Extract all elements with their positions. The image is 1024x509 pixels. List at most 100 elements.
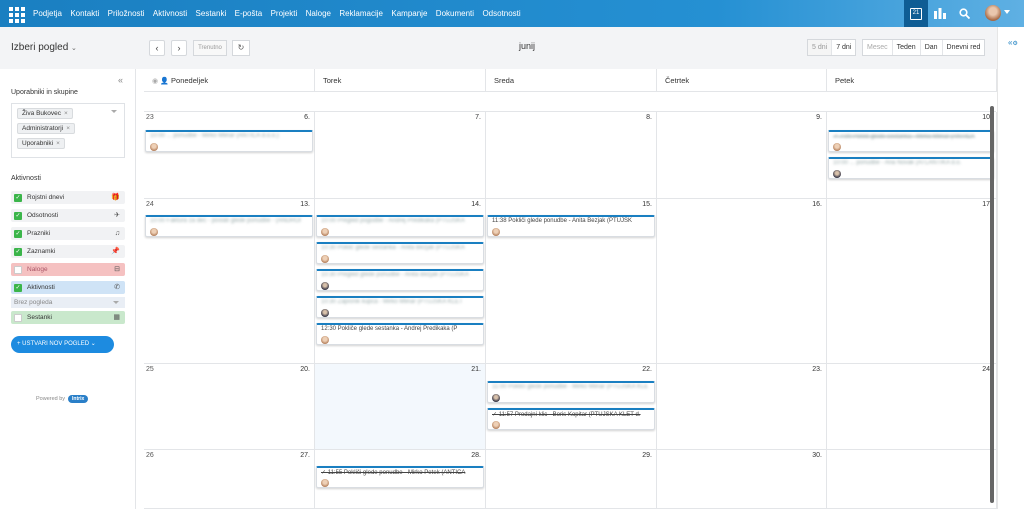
calendar-event[interactable]: ✓ 7:00 Poklič glede sestanka - Mirko Mli… <box>828 130 994 152</box>
chevron-down-icon[interactable] <box>1004 10 1010 14</box>
calendar-event[interactable]: ✓ 11:55 Pokliči glede ponudbe - Mirko Pe… <box>316 466 484 488</box>
day-cell[interactable]: 7. <box>315 112 486 199</box>
day-header-friday: Petek <box>827 69 997 92</box>
menu-item-projekti[interactable]: Projekti <box>271 9 298 18</box>
mode-day[interactable]: Dan <box>921 40 943 55</box>
view-selector[interactable]: Izberi pogled ⌄ <box>11 42 77 53</box>
filter-naloge[interactable]: Naloge ⊟ <box>11 263 125 276</box>
day-cell[interactable]: 24. <box>827 364 997 450</box>
calendar-event[interactable]: 10:00 ... ponudbe - Mirko Mlinar (ANTICA… <box>145 130 313 152</box>
person-icon[interactable]: 👤 <box>160 78 169 85</box>
calendar-event[interactable]: 10:00 Pregled pogodbe - Andrej Predikaka… <box>316 215 484 237</box>
menu-item-sestanki[interactable]: Sestanki <box>196 9 227 18</box>
day-cell[interactable]: 23 6. <box>144 112 315 199</box>
day-cell[interactable]: 26 27. <box>144 450 315 509</box>
eye-icon[interactable]: ◉ <box>152 78 158 85</box>
previous-button[interactable]: ‹ <box>149 40 165 56</box>
chevron-down-icon: ⌄ <box>90 341 96 347</box>
activities-view-select[interactable]: Brez pogleda <box>11 297 125 308</box>
collapse-sidebar-icon[interactable]: « <box>118 75 123 85</box>
expand-panel-icon[interactable]: «⚙ <box>1008 38 1018 47</box>
menu-item-odsotnosti[interactable]: Odsotnosti <box>482 9 520 18</box>
next-button[interactable]: › <box>171 40 187 56</box>
calendar-icon[interactable]: 21 <box>904 0 928 27</box>
day-cell[interactable]: 10. <box>827 112 997 199</box>
remove-tag-icon[interactable]: × <box>66 125 70 132</box>
remove-tag-icon[interactable]: × <box>56 140 60 147</box>
day-cell[interactable]: 30. <box>657 450 827 509</box>
refresh-button[interactable]: ↻ <box>232 40 250 56</box>
filter-aktivnosti[interactable]: ✓ Aktivnosti ✆ <box>11 281 125 294</box>
calendar-event[interactable]: 10:30 Pregled glede ponudbe - Anita Bezj… <box>316 269 484 291</box>
menu-item-e-posta[interactable]: E-pošta <box>235 9 263 18</box>
filter-label: Prazniki <box>27 230 51 237</box>
filter-sestanki[interactable]: Sestanki ▦ <box>11 311 125 324</box>
calendar-grid-icon: ▦ <box>113 314 120 321</box>
calendar-event[interactable]: 12:30 Pokliče glede sestanka - Andrej Pr… <box>316 323 484 345</box>
event-title: 10:30 Zapisnik kupca - Mirko Mlinar (PTU… <box>321 299 463 305</box>
today-cell[interactable]: 21. <box>315 364 486 450</box>
day-cell[interactable]: 22. <box>486 364 657 450</box>
intrix-logo[interactable]: Intrix <box>68 395 89 403</box>
day-cell[interactable]: 16. <box>657 199 827 364</box>
right-side-panel <box>997 27 1024 509</box>
calendar-event[interactable]: 10:00 Faktura za dec - poslati glede pon… <box>145 215 313 237</box>
menu-item-reklamacije[interactable]: Reklamacije <box>339 9 383 18</box>
avatar <box>492 394 500 402</box>
filter-zaznamki[interactable]: ✓ Zaznamki 📌 <box>11 245 125 258</box>
create-new-view-button[interactable]: + USTVARI NOV POGLED ⌄ <box>11 336 114 353</box>
calendar-event[interactable]: 10:30 Zapisnik kupca - Mirko Mlinar (PTU… <box>316 296 484 318</box>
calendar-event[interactable]: 10:00 ... ponudbe - Ana Novak (ATLANTIKA… <box>828 157 994 179</box>
chevron-down-icon[interactable] <box>111 110 117 113</box>
tag-label: Administratorji <box>22 125 64 132</box>
menu-item-naloge[interactable]: Naloge <box>306 9 331 18</box>
checkbox[interactable]: ✓ <box>14 194 22 202</box>
menu-item-aktivnosti[interactable]: Aktivnosti <box>153 9 187 18</box>
day-cell[interactable]: 9. <box>657 112 827 199</box>
range-7-days[interactable]: 7 dni <box>832 40 855 55</box>
users-multiselect[interactable]: Živa Bukovec × Administratorji × Uporabnik… <box>11 103 125 158</box>
mode-week[interactable]: Teden <box>893 40 921 55</box>
day-cell[interactable]: 29. <box>486 450 657 509</box>
day-cell[interactable]: 25 20. <box>144 364 315 450</box>
tag-administratorji: Administratorji × <box>17 123 75 134</box>
checkbox[interactable]: ✓ <box>14 230 22 238</box>
day-cell[interactable]: 23. <box>657 364 827 450</box>
checkbox[interactable]: ✓ <box>14 284 22 292</box>
menu-item-priloznosti[interactable]: Priložnosti <box>108 9 145 18</box>
filter-rojstni-dnevi[interactable]: ✓ Rojstni dnevi 🎁 <box>11 191 125 204</box>
apps-grid-icon[interactable] <box>8 6 25 23</box>
day-cell[interactable] <box>827 450 997 509</box>
filter-prazniki[interactable]: ✓ Prazniki ♫ <box>11 227 125 240</box>
event-title: 10:30 Poklič glede sestanka - Anita Bezj… <box>321 245 465 251</box>
day-number: 28. <box>471 452 481 459</box>
day-cell[interactable]: 17. <box>827 199 997 364</box>
checkbox[interactable]: ✓ <box>14 212 22 220</box>
avatar <box>321 228 329 236</box>
day-cell[interactable]: 8. <box>486 112 657 199</box>
remove-tag-icon[interactable]: × <box>64 110 68 117</box>
mode-agenda[interactable]: Dnevni red <box>943 40 985 55</box>
menu-item-kontakti[interactable]: Kontakti <box>70 9 99 18</box>
search-icon[interactable] <box>954 0 974 27</box>
today-button[interactable]: Trenutno <box>193 40 227 56</box>
menu-item-dokumenti[interactable]: Dokumenti <box>436 9 474 18</box>
calendar-event[interactable]: 11:00 Pokliči glede ponudbe - Mirko Mlin… <box>487 381 655 403</box>
checkbox[interactable] <box>14 314 22 322</box>
calendar-scrollbar[interactable] <box>990 106 994 503</box>
menu-item-kampanje[interactable]: Kampanje <box>391 9 427 18</box>
user-avatar[interactable] <box>985 5 1001 21</box>
event-title: 10:30 Pregled glede ponudbe - Anita Bezj… <box>321 272 469 278</box>
menu-item-podjetja[interactable]: Podjetja <box>33 9 62 18</box>
range-5-days[interactable]: 5 dni <box>808 40 833 55</box>
event-title: ✓ 11:57 Prodajni klic - Boris Kopitar (P… <box>492 412 641 418</box>
filter-odsotnosti[interactable]: ✓ Odsotnosti ✈ <box>11 209 125 222</box>
calendar-event[interactable]: 11:38 Pokliči glede ponudbe - Anita Bezj… <box>487 215 655 237</box>
calendar-event[interactable]: 10:30 Poklič glede sestanka - Anita Bezj… <box>316 242 484 264</box>
checkbox[interactable]: ✓ <box>14 248 22 256</box>
bar-chart-icon[interactable] <box>931 0 949 27</box>
checkbox[interactable] <box>14 266 22 274</box>
month-title: junij <box>519 41 536 51</box>
calendar-event[interactable]: ✓ 11:57 Prodajni klic - Boris Kopitar (P… <box>487 408 655 430</box>
mode-month[interactable]: Mesec <box>863 40 893 55</box>
